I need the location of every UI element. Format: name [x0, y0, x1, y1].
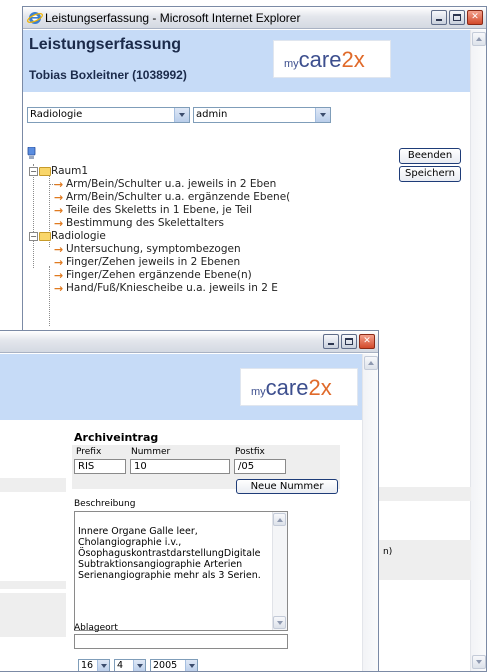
- arrow-right-icon: →: [54, 269, 64, 282]
- minimize-icon: [436, 19, 442, 21]
- tree-item[interactable]: → Arm/Bein/Schulter u.a. ergänzende Eben…: [29, 191, 409, 204]
- tree-item[interactable]: → Teile des Skeletts in 1 Ebene, je Teil: [29, 204, 409, 217]
- mycare2x-logo: mycare2x: [240, 368, 358, 406]
- collapse-icon[interactable]: −: [29, 167, 38, 176]
- tree-folder[interactable]: − Radiologie: [29, 230, 409, 243]
- user-select[interactable]: admin: [193, 107, 331, 123]
- chevron-down-icon: [174, 108, 189, 122]
- internet-explorer-icon: [27, 12, 43, 24]
- maximize-button[interactable]: [449, 10, 465, 25]
- department-select[interactable]: Radiologie: [27, 107, 190, 123]
- tree-item[interactable]: → Untersuchung, symptombezogen: [29, 243, 409, 256]
- chevron-down-icon: [133, 660, 145, 671]
- tree-item[interactable]: → Finger/Zehen jeweils in 2 Ebenen: [29, 256, 409, 269]
- close-icon: ✕: [363, 336, 371, 346]
- patient-name: Tobias Boxleitner (1038992): [29, 68, 187, 82]
- maximize-icon: [453, 14, 461, 21]
- chevron-down-icon: [315, 108, 330, 122]
- archive-popup-window: ✕ mycare2x Archiveintrag Prefix Nummer P…: [0, 330, 379, 672]
- close-button[interactable]: ✕: [467, 10, 483, 25]
- postfix-input[interactable]: /05: [234, 459, 286, 474]
- gray-row: [0, 593, 66, 637]
- textarea-scrollbar[interactable]: [272, 512, 287, 630]
- month-select[interactable]: 4: [114, 659, 146, 671]
- vertical-scrollbar[interactable]: [362, 354, 378, 671]
- scroll-down-arrow-icon[interactable]: [273, 616, 286, 629]
- description-textarea[interactable]: Innere Organe Galle leer, Cholangiograph…: [74, 511, 288, 631]
- arrow-right-icon: →: [54, 178, 64, 191]
- computer-icon: [27, 147, 36, 159]
- minimize-icon: [328, 343, 334, 345]
- service-tree: − Raum1 → Arm/Bein/Schulter u.a. jeweils…: [29, 165, 409, 295]
- postfix-label: Postfix: [235, 447, 265, 457]
- collapse-icon[interactable]: −: [29, 232, 38, 241]
- page-title: Leistungserfassung: [29, 36, 182, 53]
- maximize-icon: [345, 338, 353, 345]
- gray-row: [0, 478, 66, 492]
- number-label: Nummer: [131, 447, 171, 457]
- close-icon: ✕: [471, 12, 479, 22]
- description-label: Beschreibung: [74, 499, 136, 509]
- number-input[interactable]: 10: [130, 459, 230, 474]
- close-button[interactable]: ✕: [359, 334, 375, 349]
- chevron-down-icon: [185, 660, 197, 671]
- gray-row: [379, 487, 471, 501]
- minimize-button[interactable]: [323, 334, 339, 349]
- finish-button[interactable]: Beenden: [399, 148, 461, 164]
- scroll-up-arrow-icon[interactable]: [273, 513, 286, 526]
- folder-icon: [39, 167, 51, 176]
- window-title: Leistungserfassung - Microsoft Internet …: [45, 11, 301, 25]
- year-select[interactable]: 2005: [150, 659, 198, 671]
- tree-item[interactable]: → Hand/Fuß/Kniescheibe u.a. jeweils in 2…: [29, 282, 409, 295]
- gray-row: [379, 540, 471, 580]
- tree-item[interactable]: → Bestimmung des Skelettalters: [29, 217, 409, 230]
- location-label: Ablageort: [74, 623, 118, 633]
- tree-item[interactable]: → Finger/Zehen ergänzende Ebene(n): [29, 269, 409, 282]
- minimize-button[interactable]: [431, 10, 447, 25]
- maximize-button[interactable]: [341, 334, 357, 349]
- arrow-right-icon: →: [54, 191, 64, 204]
- location-input[interactable]: [74, 634, 288, 649]
- prefix-label: Prefix: [76, 447, 102, 457]
- scroll-down-arrow-icon[interactable]: [472, 655, 486, 669]
- truncated-text: n): [383, 547, 393, 557]
- new-number-button[interactable]: Neue Nummer: [236, 479, 338, 494]
- tree-item[interactable]: → Arm/Bein/Schulter u.a. jeweils in 2 Eb…: [29, 178, 409, 191]
- chevron-down-icon: [97, 660, 109, 671]
- window-titlebar[interactable]: Leistungserfassung - Microsoft Internet …: [23, 7, 486, 29]
- scroll-up-arrow-icon[interactable]: [472, 32, 486, 46]
- page-header: Leistungserfassung Tobias Boxleitner (10…: [23, 30, 470, 92]
- arrow-right-icon: →: [54, 217, 64, 230]
- mycare2x-logo: mycare2x: [273, 40, 391, 78]
- arrow-right-icon: →: [54, 256, 64, 269]
- scroll-up-arrow-icon[interactable]: [364, 356, 378, 370]
- arrow-right-icon: →: [54, 282, 64, 295]
- arrow-right-icon: →: [54, 204, 64, 217]
- day-select[interactable]: 16: [78, 659, 110, 671]
- popup-titlebar[interactable]: ✕: [0, 331, 378, 353]
- prefix-input[interactable]: RIS: [74, 459, 126, 474]
- folder-icon: [39, 232, 51, 241]
- vertical-scrollbar[interactable]: [470, 30, 486, 671]
- tree-folder[interactable]: − Raum1: [29, 165, 409, 178]
- popup-header: mycare2x: [0, 354, 362, 420]
- section-title: Archiveintrag: [74, 431, 159, 444]
- gray-row: [0, 581, 66, 589]
- arrow-right-icon: →: [54, 243, 64, 256]
